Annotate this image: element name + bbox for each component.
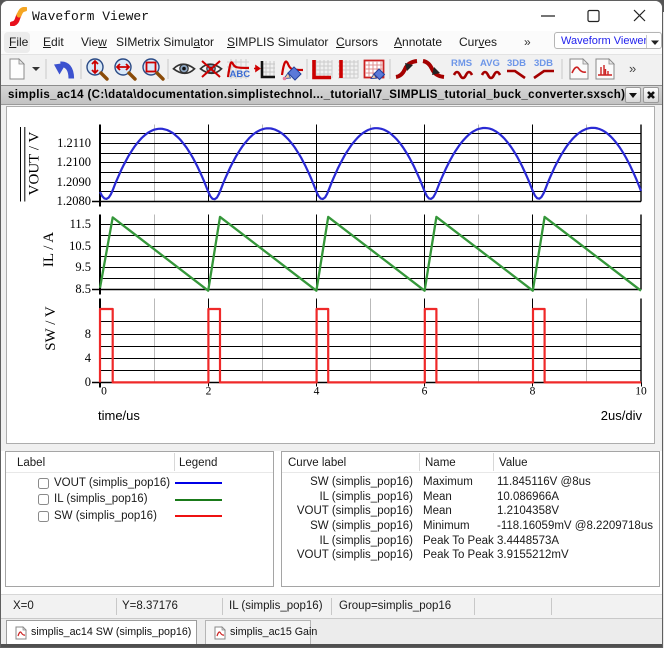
svg-text:3DB: 3DB [534, 58, 553, 69]
svg-text:1.2080: 1.2080 [57, 194, 91, 208]
svg-text:8.5: 8.5 [75, 282, 91, 296]
svg-text:1.2090: 1.2090 [57, 175, 91, 189]
svg-text:2us/div: 2us/div [601, 408, 643, 423]
svg-text:4: 4 [85, 351, 92, 365]
svg-text:IL / A: IL / A [41, 232, 57, 267]
svg-text:VOUT / V: VOUT / V [27, 132, 43, 196]
svg-text:6: 6 [422, 386, 428, 398]
svg-text:4: 4 [314, 386, 320, 398]
svg-text:AVG: AVG [480, 58, 500, 69]
svg-text:10: 10 [635, 386, 647, 398]
svg-text:8: 8 [530, 386, 536, 398]
svg-text:9.5: 9.5 [75, 260, 91, 274]
svg-text:RMS: RMS [451, 58, 472, 69]
svg-text:11.5: 11.5 [70, 217, 91, 231]
svg-text:0: 0 [85, 375, 91, 389]
svg-text:10.5: 10.5 [69, 239, 91, 253]
svg-text:1.2100: 1.2100 [57, 155, 91, 169]
svg-text:2: 2 [206, 386, 212, 398]
svg-text:ABC: ABC [230, 69, 251, 80]
svg-text:3DB: 3DB [507, 58, 526, 69]
svg-text:8: 8 [85, 327, 91, 341]
svg-text:time/us: time/us [98, 408, 140, 423]
svg-text:0: 0 [101, 386, 107, 398]
svg-text:1.2110: 1.2110 [57, 136, 91, 150]
svg-text:SW / V: SW / V [43, 306, 59, 351]
